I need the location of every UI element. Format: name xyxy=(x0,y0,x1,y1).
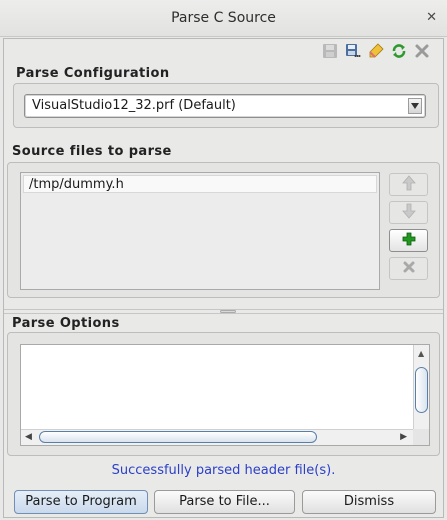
remove-file-button[interactable] xyxy=(389,257,428,280)
parse-to-file-button[interactable]: Parse to File... xyxy=(154,490,295,514)
source-files-label: Source files to parse xyxy=(12,144,172,159)
vertical-scroll-thumb[interactable] xyxy=(415,367,428,413)
add-file-button[interactable] xyxy=(389,229,428,252)
move-down-button[interactable] xyxy=(389,201,428,224)
horizontal-scrollbar[interactable]: ◀ ▶ xyxy=(21,429,413,445)
title-bar: Parse C Source ✕ xyxy=(0,0,447,37)
configuration-select[interactable]: VisualStudio12_32.prf (Default) xyxy=(24,94,426,118)
scroll-up-icon[interactable]: ▲ xyxy=(418,349,424,358)
close-icon[interactable] xyxy=(413,42,431,60)
configuration-selected-value: VisualStudio12_32.prf (Default) xyxy=(32,98,236,113)
remove-icon xyxy=(402,260,416,278)
save-as-icon[interactable] xyxy=(344,42,362,60)
status-message: Successfully parsed header file(s). xyxy=(111,463,336,478)
splitter-grip-icon[interactable] xyxy=(220,310,236,313)
window-close-icon[interactable]: ✕ xyxy=(426,10,437,25)
dismiss-button[interactable]: Dismiss xyxy=(302,490,436,514)
window-title: Parse C Source xyxy=(171,10,276,26)
clear-icon[interactable] xyxy=(367,42,385,60)
chevron-down-icon[interactable] xyxy=(408,98,422,114)
parse-to-program-button[interactable]: Parse to Program xyxy=(14,490,148,514)
parse-configuration-label: Parse Configuration xyxy=(16,66,170,81)
arrow-down-icon xyxy=(401,203,416,223)
toolbar xyxy=(321,42,431,60)
scroll-left-icon[interactable]: ◀ xyxy=(25,432,32,442)
parse-options-textarea[interactable]: ▲ ◀ ▶ xyxy=(20,344,430,446)
scroll-right-icon[interactable]: ▶ xyxy=(400,432,407,442)
vertical-scrollbar[interactable]: ▲ xyxy=(413,345,429,429)
source-file-list[interactable]: /tmp/dummy.h xyxy=(20,172,380,290)
refresh-icon[interactable] xyxy=(390,42,408,60)
scroll-corner xyxy=(413,429,429,445)
save-disabled-icon[interactable] xyxy=(321,42,339,60)
horizontal-scroll-thumb[interactable] xyxy=(39,431,317,443)
plus-icon xyxy=(402,232,416,250)
arrow-up-icon xyxy=(401,174,416,195)
parse-options-label: Parse Options xyxy=(12,316,120,331)
move-up-button[interactable] xyxy=(389,173,428,196)
file-path: /tmp/dummy.h xyxy=(29,177,124,192)
list-item[interactable]: /tmp/dummy.h xyxy=(23,175,377,193)
